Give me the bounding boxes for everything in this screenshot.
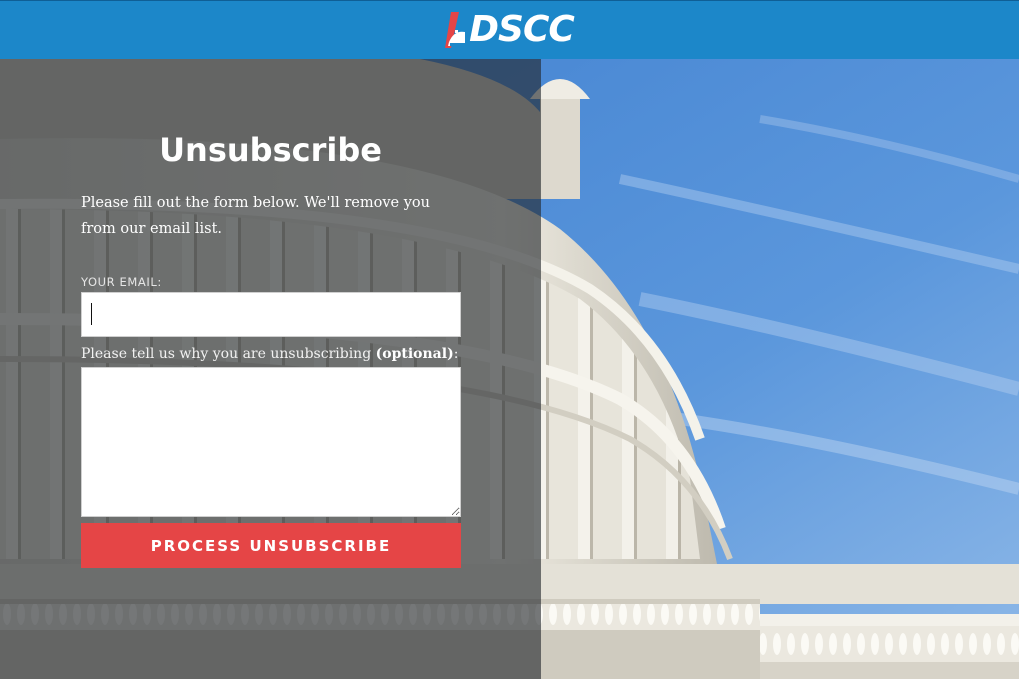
intro-text: Please fill out the form below. We'll re… [81,195,430,237]
reason-label-optional: (optional) [375,346,454,362]
email-input[interactable] [81,292,461,337]
reason-label: Please tell us why you are unsubscribing… [81,346,458,362]
unsubscribe-page: DSCC Unsubscribe Please fill out the for… [0,0,1019,679]
capitol-logo-icon [445,12,466,48]
site-header: DSCC [0,0,1019,59]
reason-textarea[interactable] [81,367,461,517]
reason-label-text: Please tell us why you are unsubscribing [81,346,376,362]
dscc-logo[interactable]: DSCC [445,9,575,50]
logo-text: DSCC [469,9,575,50]
process-unsubscribe-button[interactable]: PROCESS UNSUBSCRIBE [81,523,461,568]
unsubscribe-form: Unsubscribe Please fill out the form bel… [0,59,541,679]
email-label: YOUR EMAIL: [81,275,162,289]
reason-label-colon: : [453,346,459,362]
page-title: Unsubscribe [159,131,382,169]
text-cursor [91,303,92,325]
